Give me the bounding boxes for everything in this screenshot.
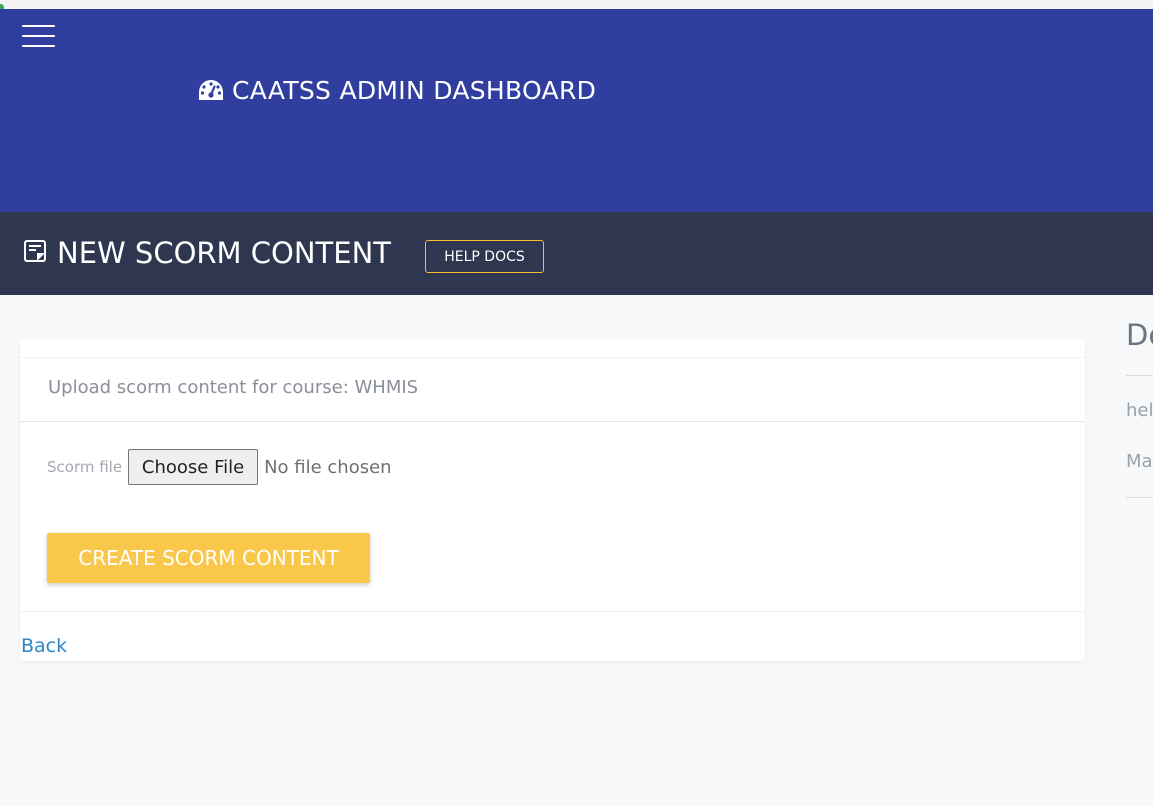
card-subtitle: Upload scorm content for course: WHMIS [48,377,419,398]
side-panel-title: De [1126,318,1153,352]
page-title-text: NEW SCORM CONTENT [57,236,391,270]
help-docs-button[interactable]: HELP DOCS [425,240,544,273]
side-panel-divider [1126,375,1153,376]
scorm-file-field: Scorm file Choose File No file chosen [47,449,392,485]
gauge-icon [198,79,224,101]
note-icon [23,236,47,270]
upload-card: Upload scorm content for course: WHMIS S… [20,339,1085,661]
dashboard-title-text: CAATSS ADMIN DASHBOARD [232,75,597,105]
choose-file-button[interactable]: Choose File [128,449,259,485]
hamburger-menu-icon[interactable] [22,25,55,49]
dashboard-title[interactable]: CAATSS ADMIN DASHBOARD [198,74,596,106]
scorm-file-label: Scorm file [47,458,123,476]
card-divider [20,421,1085,422]
card-top-divider [20,357,1085,358]
top-strip [0,0,1153,9]
card-bottom-divider [20,611,1085,612]
side-panel-text[interactable]: Ma [1126,451,1153,472]
create-scorm-content-button[interactable]: CREATE SCORM CONTENT [47,533,370,583]
side-panel-divider [1126,497,1153,498]
back-link[interactable]: Back [21,635,67,657]
page-title: NEW SCORM CONTENT [23,233,391,273]
side-panel-text[interactable]: hel [1126,400,1153,421]
app-header [0,9,1153,212]
file-status-text: No file chosen [264,456,392,478]
